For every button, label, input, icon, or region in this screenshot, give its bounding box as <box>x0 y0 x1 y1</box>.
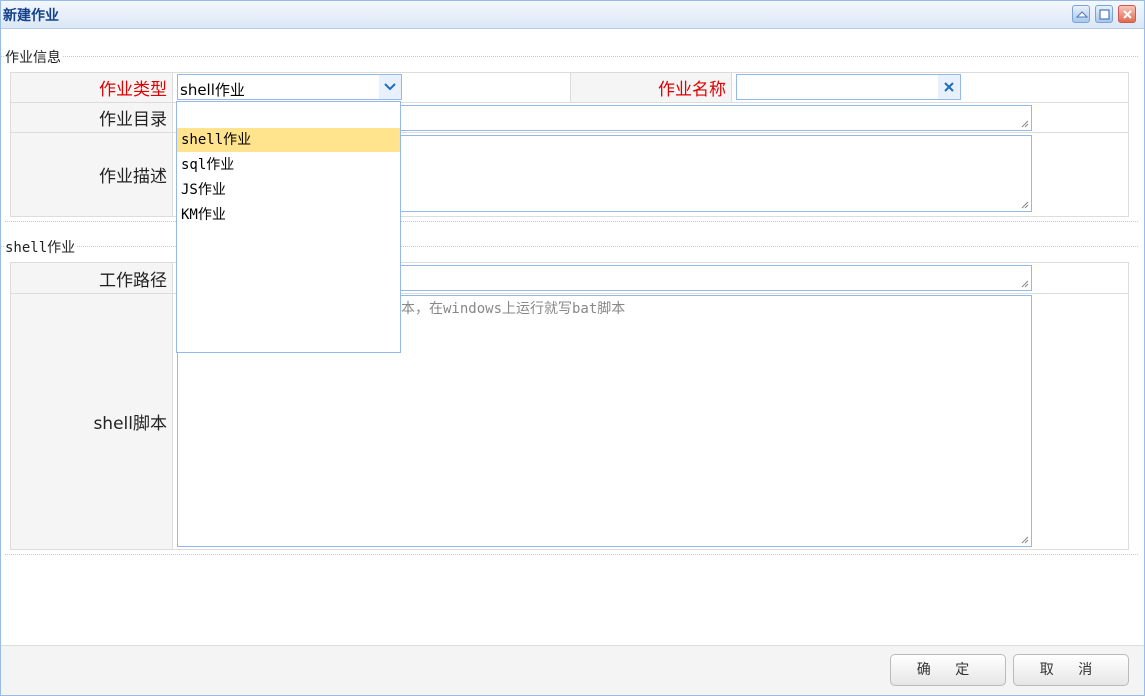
job-name-label: 作业名称 <box>570 72 732 103</box>
section-divider <box>5 554 1138 555</box>
collapse-button[interactable] <box>1072 5 1090 23</box>
dropdown-option-js[interactable]: JS作业 <box>177 178 400 202</box>
maximize-button[interactable] <box>1095 5 1113 23</box>
job-type-label: 作业类型 <box>10 72 173 103</box>
job-dir-label: 作业目录 <box>10 102 173 133</box>
job-desc-label: 作业描述 <box>10 132 173 217</box>
ok-button[interactable]: 确 定 <box>890 654 1006 686</box>
job-name-input[interactable] <box>736 74 961 100</box>
maximize-icon <box>1099 9 1110 20</box>
resize-grip-icon[interactable] <box>1021 280 1029 288</box>
title-bar[interactable]: 新建作业 <box>1 1 1144 29</box>
dropdown-option-sql[interactable]: sql作业 <box>177 153 400 177</box>
job-type-dropdown-list[interactable]: shell作业 sql作业 JS作业 KM作业 <box>176 101 401 353</box>
close-button[interactable] <box>1118 5 1136 23</box>
chevron-down-icon <box>384 83 396 91</box>
section-divider <box>1 246 1138 247</box>
job-type-cell: shell作业 <box>172 72 571 103</box>
collapse-icon <box>1075 11 1089 18</box>
close-icon <box>1123 10 1132 19</box>
dialog-footer: 确 定 取 消 <box>1 645 1144 695</box>
shell-script-label: shell脚本 <box>10 293 173 550</box>
section-title-job-info: 作业信息 <box>5 47 63 67</box>
section-title-shell: shell作业 <box>5 237 78 257</box>
clear-button[interactable] <box>938 75 960 99</box>
job-name-cell <box>731 72 1129 103</box>
resize-grip-icon[interactable] <box>1021 536 1029 544</box>
job-type-combobox[interactable]: shell作业 <box>177 74 402 100</box>
section-divider <box>5 221 1138 222</box>
cancel-button[interactable]: 取 消 <box>1013 654 1129 686</box>
dialog-window: 新建作业 作业信息 作业类型 shell作业 作业名称 作业目录 作业描述 sh… <box>0 0 1145 696</box>
dropdown-option-shell[interactable]: shell作业 <box>177 128 400 152</box>
window-title: 新建作业 <box>3 8 59 24</box>
work-path-label: 工作路径 <box>10 262 173 294</box>
section-divider <box>1 56 1138 57</box>
combo-arrow-button[interactable] <box>379 75 401 99</box>
clear-icon <box>944 82 954 92</box>
shell-script-placeholder: 本，在windows上运行就写bat脚本 <box>401 301 626 317</box>
resize-grip-icon[interactable] <box>1021 120 1029 128</box>
resize-grip-icon[interactable] <box>1021 201 1029 209</box>
dropdown-option-km[interactable]: KM作业 <box>177 203 400 227</box>
job-type-value: shell作业 <box>180 81 245 99</box>
